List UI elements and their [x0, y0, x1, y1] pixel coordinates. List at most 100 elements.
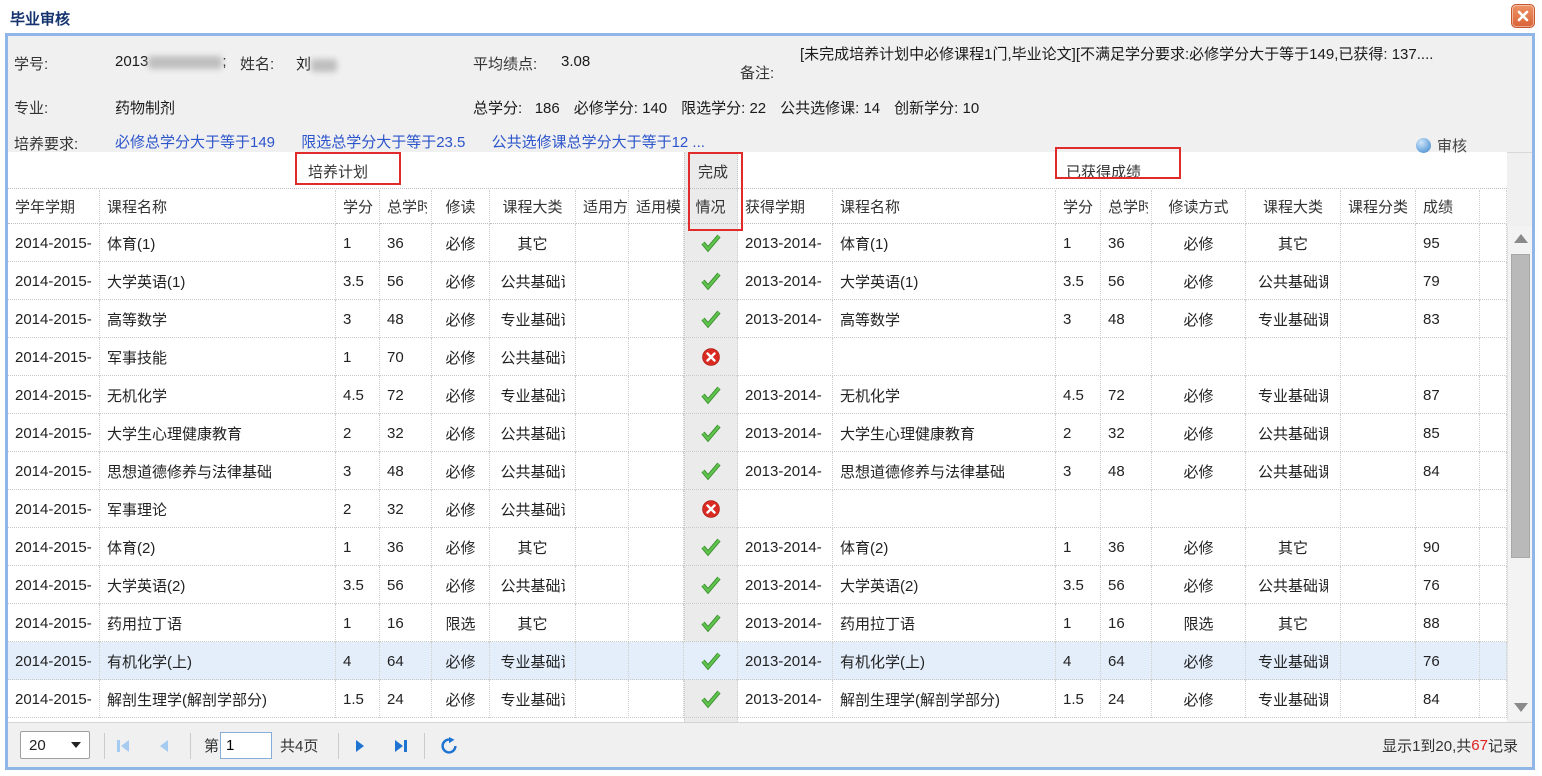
cell-course-name: 体育(1) — [100, 224, 336, 262]
header-scope-direction[interactable]: 适用方 — [576, 190, 629, 224]
header-study-type[interactable]: 修读 — [432, 190, 490, 224]
close-icon[interactable] — [1511, 4, 1535, 28]
page-number-input[interactable] — [220, 732, 272, 759]
pass-icon — [700, 575, 722, 595]
cell-filler — [1480, 414, 1507, 452]
cell-total-hours: 16 — [380, 604, 432, 642]
cell-scope-direction — [576, 680, 629, 718]
header-obtained-course-name[interactable]: 课程名称 — [833, 190, 1056, 224]
header-term[interactable]: 学年学期 — [8, 190, 100, 224]
cell-obtained-term: 2013-2014- — [738, 224, 833, 262]
scroll-up-icon[interactable] — [1514, 234, 1528, 243]
requirement-link-elective[interactable]: 公共选修课总学分大于等于12 ... — [492, 134, 705, 151]
cell-obtained-term: 2013-2014- — [738, 680, 833, 718]
last-page-button[interactable] — [392, 723, 410, 768]
cell-term: 2014-2015- — [8, 224, 100, 262]
gpa-value: 3.08 — [561, 53, 590, 70]
cell-obtained-course-name: 高等数学 — [833, 300, 1056, 338]
cell-filler — [1480, 338, 1507, 376]
cell-obtained-study-type: 必修 — [1152, 414, 1246, 452]
header-obtained-credit[interactable]: 学分 — [1056, 190, 1101, 224]
cell-scope-direction — [576, 604, 629, 642]
table-row[interactable]: 2014-2015-军事理论232必修公共基础课 — [8, 490, 1507, 528]
cell-obtained-credit: 3.5 — [1056, 262, 1101, 300]
cell-obtained-term: 2013-2014- — [738, 262, 833, 300]
pagination-bar: 20 第 共4页 显示1到20,共67记录 — [8, 722, 1532, 767]
cell-obtained-total-hours: 24 — [1101, 680, 1152, 718]
table-row[interactable]: 2014-2015-大学英语(2)3.556必修公共基础课2013-2014-大… — [8, 566, 1507, 604]
cell-scope-direction — [576, 490, 629, 528]
cell-obtained-credit: 3 — [1056, 300, 1101, 338]
cell-completion-status — [684, 262, 738, 300]
cell-obtained-course-category: 公共基础课 — [1246, 262, 1341, 300]
table-row[interactable]: 2014-2015-体育(2)136必修其它2013-2014-体育(2)136… — [8, 528, 1507, 566]
cell-score: 79 — [1416, 262, 1480, 300]
header-scope-module[interactable]: 适用模 — [629, 190, 684, 224]
requirement-link-limited[interactable]: 限选总学分大于等于23.5 — [301, 134, 465, 151]
prev-page-button[interactable] — [156, 723, 172, 768]
scroll-down-icon[interactable] — [1514, 703, 1528, 712]
header-course-class[interactable]: 课程分类 — [1341, 190, 1416, 224]
cell-obtained-term: 2013-2014- — [738, 300, 833, 338]
cell-course-name: 大学英语(1) — [100, 262, 336, 300]
cell-filler — [1480, 262, 1507, 300]
table-row[interactable]: 2014-2015-高等数学348必修专业基础课2013-2014-高等数学34… — [8, 300, 1507, 338]
header-obtained-total-hours[interactable]: 总学时 — [1101, 190, 1152, 224]
cell-total-hours: 48 — [380, 300, 432, 338]
refresh-button[interactable] — [440, 723, 458, 768]
header-obtained-term[interactable]: 获得学期 — [738, 190, 833, 224]
cell-obtained-total-hours — [1101, 338, 1152, 376]
page-size-select[interactable]: 20 — [20, 731, 90, 759]
cell-scope-module — [629, 642, 684, 680]
header-completion-status[interactable]: 情况 — [684, 190, 738, 224]
page-title: 毕业审核 — [10, 8, 70, 29]
table-row[interactable]: 2014-2015-体育(1)136必修其它2013-2014-体育(1)136… — [8, 224, 1507, 262]
first-page-button[interactable] — [114, 723, 132, 768]
cell-course-name: 有机化学(上) — [100, 642, 336, 680]
cell-obtained-total-hours — [1101, 490, 1152, 528]
cell-obtained-term: 2013-2014- — [738, 376, 833, 414]
cell-filler — [1480, 300, 1507, 338]
cell-obtained-total-hours: 36 — [1101, 528, 1152, 566]
header-total-hours[interactable]: 总学时 — [380, 190, 432, 224]
table-row[interactable]: 2014-2015-药用拉丁语116限选其它2013-2014-药用拉丁语116… — [8, 604, 1507, 642]
table-row[interactable]: 2014-2015-军事技能170必修公共基础课 — [8, 338, 1507, 376]
vertical-scrollbar[interactable] — [1507, 226, 1532, 720]
cell-credit: 3.5 — [336, 262, 380, 300]
cell-obtained-course-name: 大学英语(1) — [833, 262, 1056, 300]
header-obtained-study-type[interactable]: 修读方式 — [1152, 190, 1246, 224]
table-row[interactable]: 2014-2015-大学英语(1)3.556必修公共基础课2013-2014-大… — [8, 262, 1507, 300]
header-course-name[interactable]: 课程名称 — [100, 190, 336, 224]
cell-filler — [1480, 452, 1507, 490]
cell-obtained-course-category: 公共基础课 — [1246, 414, 1341, 452]
cell-score: 84 — [1416, 680, 1480, 718]
header-credit[interactable]: 学分 — [336, 190, 380, 224]
header-obtained-course-category[interactable]: 课程大类 — [1246, 190, 1341, 224]
student-id-value: 2013; — [115, 53, 227, 70]
table-row[interactable]: 2014-2015-无机化学4.572必修专业基础课2013-2014-无机化学… — [8, 376, 1507, 414]
table-row[interactable]: 2014-2015-有机化学(上)464必修专业基础课2013-2014-有机化… — [8, 642, 1507, 680]
table-row[interactable]: 2014-2015-大学生心理健康教育232必修公共基础课2013-2014-大… — [8, 414, 1507, 452]
cell-term: 2014-2015- — [8, 414, 100, 452]
table-row[interactable]: 2014-2015-思想道德修养与法律基础348必修公共基础课2013-2014… — [8, 452, 1507, 490]
remark-label: 备注: — [740, 62, 774, 83]
cell-total-hours: 32 — [380, 414, 432, 452]
header-score[interactable]: 成绩 — [1416, 190, 1480, 224]
major-value: 药物制剂 — [115, 97, 175, 118]
cell-term: 2014-2015- — [8, 262, 100, 300]
audit-panel: 学号: 2013; 姓名: 刘 平均绩点: 3.08 备注: [未完成培养计划中… — [5, 33, 1535, 770]
cell-study-type: 必修 — [432, 566, 490, 604]
cell-study-type: 必修 — [432, 414, 490, 452]
divider — [190, 733, 191, 759]
cell-total-hours: 64 — [380, 642, 432, 680]
cell-obtained-study-type: 必修 — [1152, 224, 1246, 262]
audit-button[interactable]: 审核 — [1416, 135, 1467, 156]
cell-course-class — [1341, 680, 1416, 718]
scrollbar-thumb[interactable] — [1511, 254, 1530, 558]
cell-obtained-total-hours: 48 — [1101, 452, 1152, 490]
group-header-band: 培养计划 完成 已获得成绩 — [8, 152, 1507, 189]
header-course-category[interactable]: 课程大类 — [490, 190, 576, 224]
requirement-link-required[interactable]: 必修总学分大于等于149 — [115, 134, 275, 151]
next-page-button[interactable] — [352, 723, 368, 768]
table-row[interactable]: 2014-2015-解剖生理学(解剖学部分)1.524必修专业基础课2013-2… — [8, 680, 1507, 718]
